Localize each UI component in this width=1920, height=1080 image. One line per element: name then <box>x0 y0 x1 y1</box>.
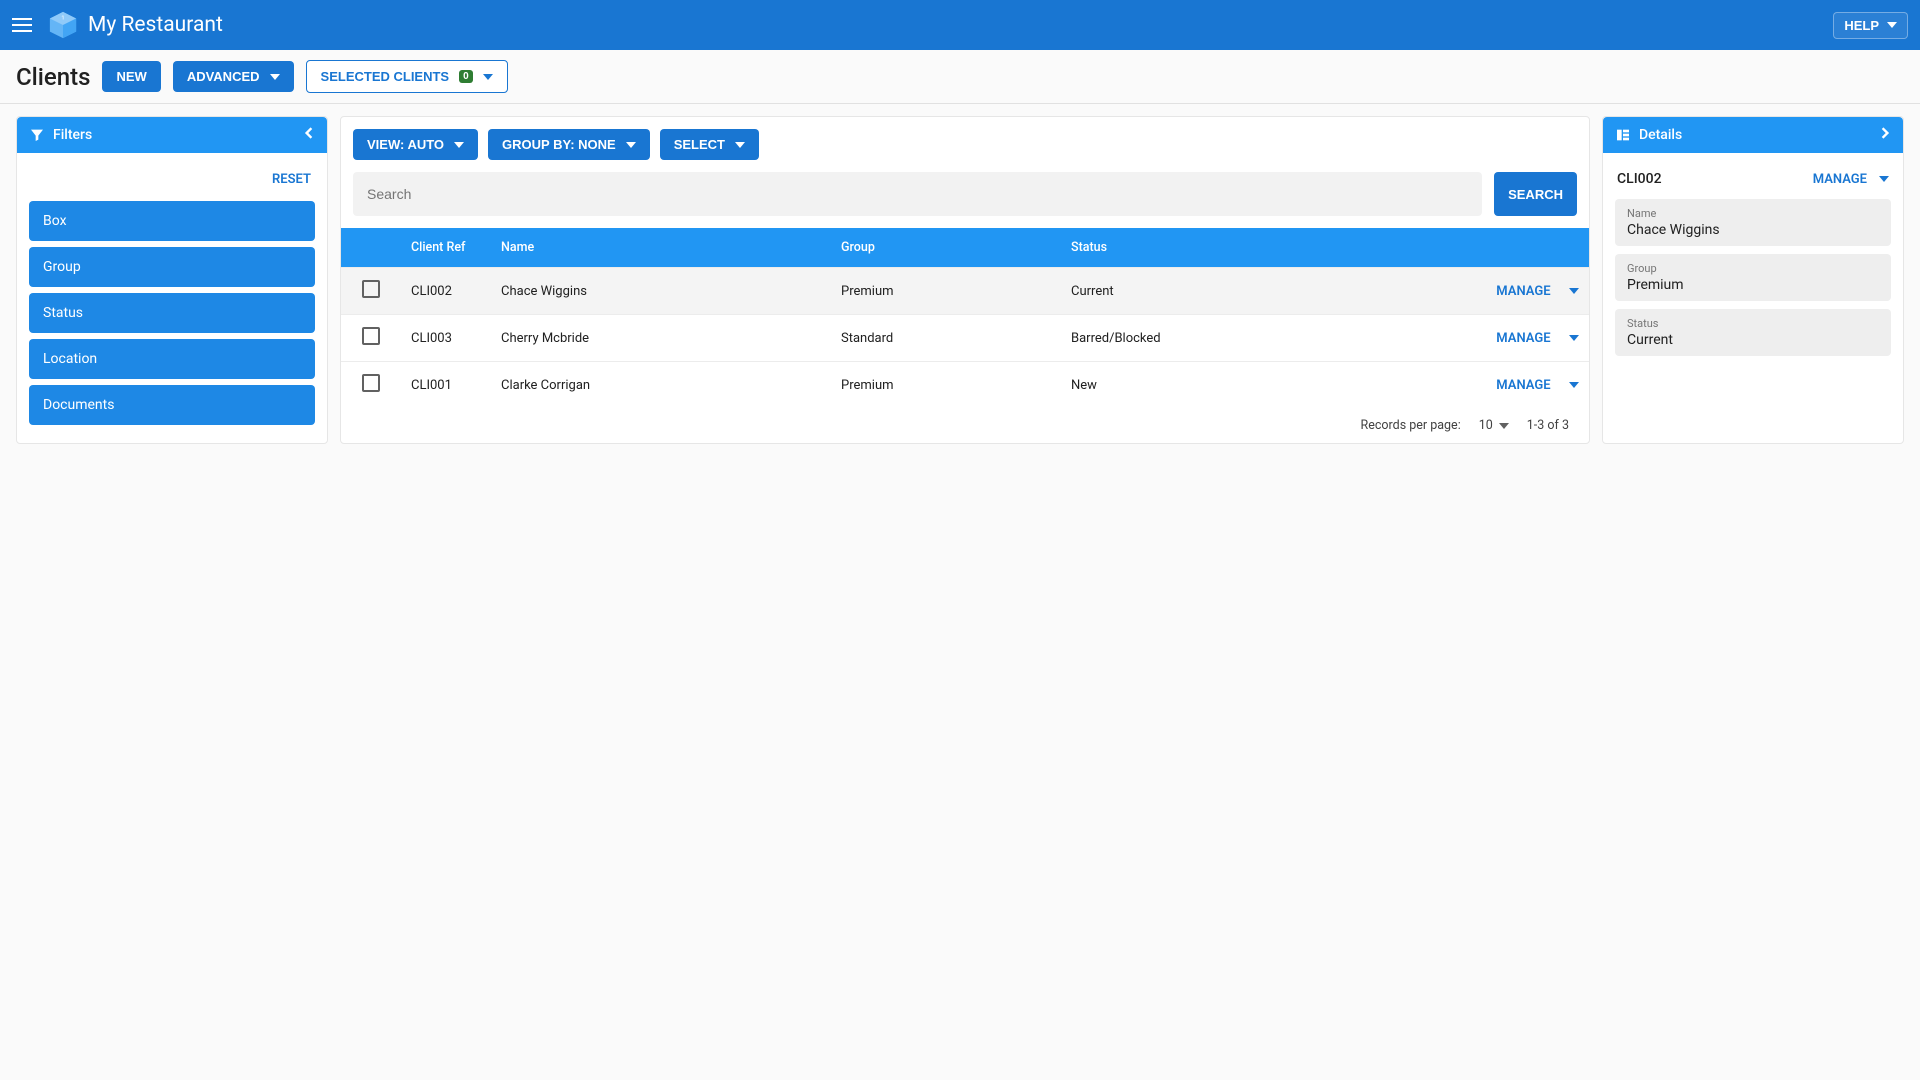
detail-value: Premium <box>1627 277 1879 293</box>
records-per-page-label: Records per page: <box>1361 418 1461 433</box>
chevron-down-icon <box>1569 286 1579 296</box>
filter-location[interactable]: Location <box>29 339 315 379</box>
detail-card-name: Name Chace Wiggins <box>1615 199 1891 246</box>
groupby-button[interactable]: GROUP BY: NONE <box>488 129 650 160</box>
select-button[interactable]: SELECT <box>660 129 759 160</box>
detail-card-group: Group Premium <box>1615 254 1891 301</box>
chevron-down-icon <box>454 140 464 150</box>
detail-label: Group <box>1627 262 1879 275</box>
detail-value: Current <box>1627 332 1879 348</box>
filter-group[interactable]: Group <box>29 247 315 287</box>
cell-name: Chace Wiggins <box>491 268 831 315</box>
cell-ref: CLI002 <box>401 268 491 315</box>
detail-label: Status <box>1627 317 1879 330</box>
selected-clients-button[interactable]: SELECTED CLIENTS 0 <box>306 60 508 93</box>
filter-status[interactable]: Status <box>29 293 315 333</box>
filters-header[interactable]: Filters <box>17 117 327 153</box>
row-checkbox[interactable] <box>362 280 380 298</box>
th-group[interactable]: Group <box>831 228 1061 268</box>
cell-name: Clarke Corrigan <box>491 362 831 409</box>
filter-box[interactable]: Box <box>29 201 315 241</box>
row-manage-button[interactable]: MANAGE <box>1496 284 1579 299</box>
search-row: SEARCH <box>341 172 1589 228</box>
cell-status: New <box>1061 362 1459 409</box>
search-button[interactable]: SEARCH <box>1494 172 1577 216</box>
detail-client-ref: CLI002 <box>1617 171 1662 187</box>
hamburger-icon[interactable] <box>12 13 36 37</box>
filters-panel: Filters RESET Box Group Status Location Docu… <box>16 116 328 444</box>
reset-filters-button[interactable]: RESET <box>272 172 311 187</box>
new-button[interactable]: NEW <box>102 61 160 92</box>
select-label: SELECT <box>674 137 725 152</box>
table-footer: Records per page: 10 1-3 of 3 <box>341 408 1589 443</box>
row-checkbox[interactable] <box>362 327 380 345</box>
main-toolbar: VIEW: AUTO GROUP BY: NONE SELECT <box>341 117 1589 172</box>
detail-value: Chace Wiggins <box>1627 222 1879 238</box>
advanced-button[interactable]: ADVANCED <box>173 61 294 92</box>
chevron-down-icon <box>1569 333 1579 343</box>
cell-name: Cherry Mcbride <box>491 315 831 362</box>
advanced-label: ADVANCED <box>187 69 260 84</box>
per-page-value: 10 <box>1479 418 1493 433</box>
cell-group: Premium <box>831 268 1061 315</box>
chevron-down-icon <box>1569 380 1579 390</box>
help-label: HELP <box>1844 18 1879 33</box>
view-label: VIEW: AUTO <box>367 137 444 152</box>
filters-body: RESET Box Group Status Location Documents <box>17 153 327 443</box>
chevron-down-icon <box>1887 20 1897 30</box>
th-client-ref[interactable]: Client Ref <box>401 228 491 268</box>
chevron-down-icon <box>735 140 745 150</box>
cell-group: Standard <box>831 315 1061 362</box>
appbar: 1 My Restaurant HELP <box>0 0 1920 50</box>
chevron-right-icon[interactable] <box>1879 127 1891 143</box>
cell-ref: CLI003 <box>401 315 491 362</box>
chevron-down-icon <box>626 140 636 150</box>
search-input[interactable] <box>353 172 1482 216</box>
selected-count-badge: 0 <box>459 70 473 83</box>
page-header: Clients NEW ADVANCED SELECTED CLIENTS 0 <box>0 50 1920 104</box>
th-status[interactable]: Status <box>1061 228 1459 268</box>
detail-label: Name <box>1627 207 1879 220</box>
filter-icon <box>29 127 45 143</box>
details-icon <box>1615 127 1631 143</box>
details-body: CLI002 MANAGE Name Chace Wiggins Group Prem… <box>1603 153 1903 376</box>
filter-documents[interactable]: Documents <box>29 385 315 425</box>
groupby-label: GROUP BY: NONE <box>502 137 616 152</box>
details-manage-label: MANAGE <box>1813 172 1867 187</box>
th-name[interactable]: Name <box>491 228 831 268</box>
clients-table: Client Ref Name Group Status CLI002Chace… <box>341 228 1589 408</box>
cell-status: Barred/Blocked <box>1061 315 1459 362</box>
content-area: Filters RESET BoxGroupStatusLocationDocu… <box>0 104 1920 456</box>
cell-ref: CLI001 <box>401 362 491 409</box>
app-logo-icon: 1 <box>48 10 78 40</box>
details-manage-button[interactable]: MANAGE <box>1813 172 1889 187</box>
chevron-left-icon[interactable] <box>303 127 315 143</box>
details-title: Details <box>1639 127 1682 143</box>
app-title: My Restaurant <box>88 13 223 37</box>
records-per-page-select[interactable]: 10 <box>1479 418 1509 433</box>
detail-card-status: Status Current <box>1615 309 1891 356</box>
row-manage-button[interactable]: MANAGE <box>1496 378 1579 393</box>
view-button[interactable]: VIEW: AUTO <box>353 129 478 160</box>
chevron-down-icon <box>1499 421 1509 431</box>
chevron-down-icon <box>270 72 280 82</box>
row-checkbox[interactable] <box>362 374 380 392</box>
table-row[interactable]: CLI002Chace WigginsPremiumCurrent MANAGE <box>341 268 1589 315</box>
cell-group: Premium <box>831 362 1061 409</box>
row-manage-button[interactable]: MANAGE <box>1496 331 1579 346</box>
details-panel: Details CLI002 MANAGE Name Chace Wiggins G… <box>1602 116 1904 444</box>
chevron-down-icon <box>1879 174 1889 184</box>
filters-title: Filters <box>53 127 92 143</box>
svg-text:1: 1 <box>61 15 64 21</box>
table-row[interactable]: CLI001Clarke CorriganPremiumNew MANAGE <box>341 362 1589 409</box>
page-title: Clients <box>16 63 90 91</box>
selected-clients-label: SELECTED CLIENTS <box>321 69 450 84</box>
table-row[interactable]: CLI003Cherry McbrideStandardBarred/Block… <box>341 315 1589 362</box>
pagination-range: 1-3 of 3 <box>1527 418 1569 433</box>
chevron-down-icon <box>483 72 493 82</box>
help-button[interactable]: HELP <box>1833 12 1908 39</box>
details-header[interactable]: Details <box>1603 117 1903 153</box>
cell-status: Current <box>1061 268 1459 315</box>
main-panel: VIEW: AUTO GROUP BY: NONE SELECT SEARCH … <box>340 116 1590 444</box>
